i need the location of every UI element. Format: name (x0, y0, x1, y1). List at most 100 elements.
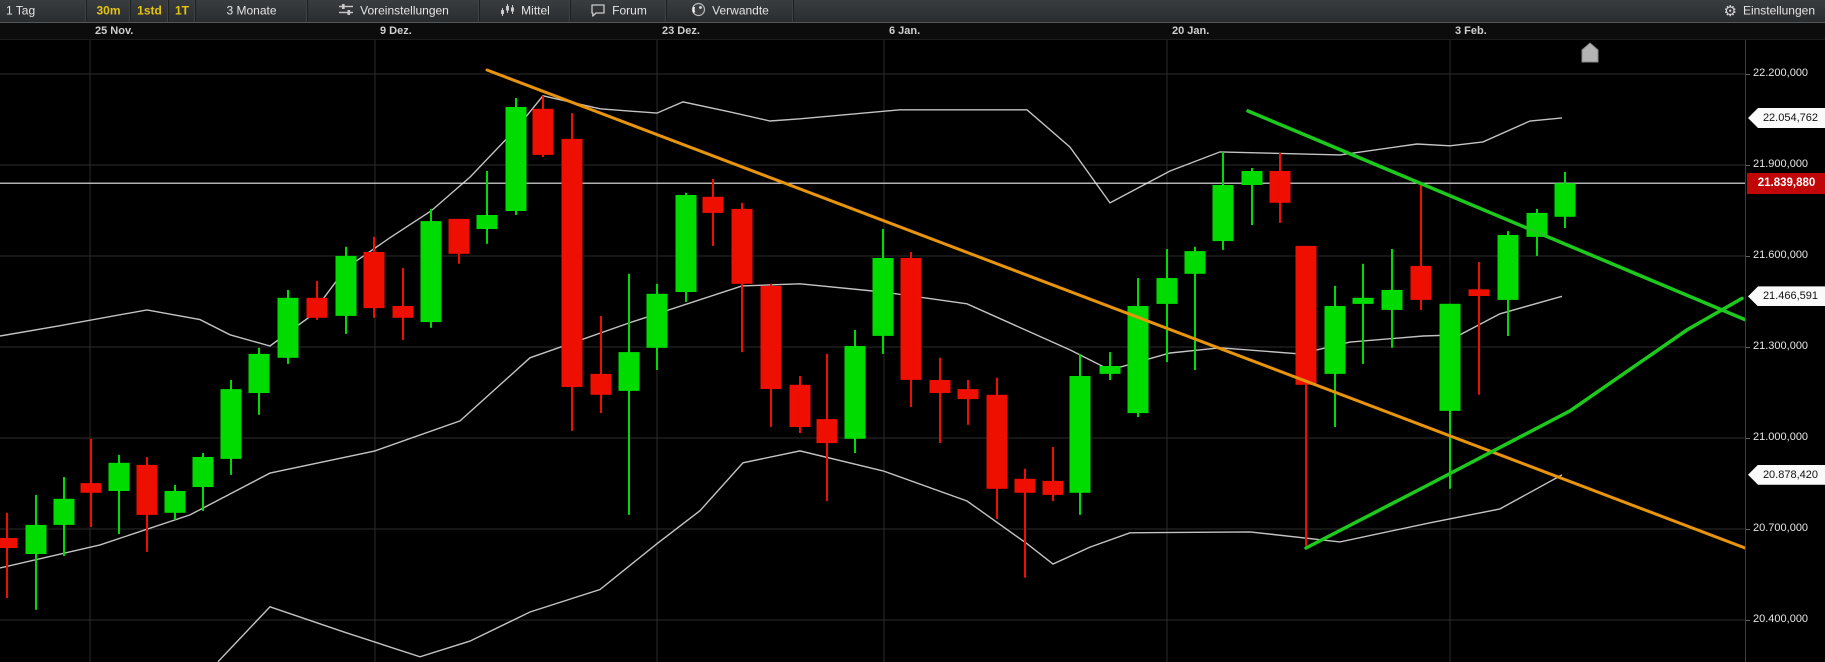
button-label: Mittel (521, 3, 550, 18)
button-label: Voreinstellungen (360, 3, 449, 18)
price-gridline-label: 21.600,000 (1753, 248, 1809, 261)
candle-body (646, 293, 668, 348)
candle-body (731, 208, 753, 284)
bollinger-lower-band (217, 450, 1563, 662)
range-3monate-button[interactable]: 3 Monate (196, 0, 308, 22)
date-axis-label: 23 Dez. (662, 25, 700, 37)
candle-body (1241, 171, 1263, 185)
candle-body (1439, 303, 1461, 411)
candle-body (1212, 185, 1234, 242)
candle-body (1156, 278, 1178, 304)
button-label: Verwandte (712, 3, 769, 18)
candle-body (1295, 245, 1317, 385)
button-label: Einstellungen (1742, 3, 1815, 18)
green-ascending-trendline[interactable] (1304, 296, 1744, 550)
timeframe-1tag-button[interactable]: 1 Tag (0, 0, 87, 22)
price-gridline-label: 22.200,000 (1753, 66, 1809, 79)
candle-body (53, 498, 75, 525)
candle-body (618, 352, 640, 391)
orange-descending-trendline[interactable] (485, 68, 1745, 550)
candle-body (220, 389, 242, 459)
candle-body (306, 297, 328, 318)
candle-body (1099, 366, 1121, 374)
candle-body (900, 258, 922, 380)
einstellungen-button[interactable]: ⚙ Einstellungen (1717, 0, 1825, 22)
candle-body (986, 394, 1008, 489)
price-axis[interactable]: 22.200,000 21.900,000 21.600,000 21.300,000… (1745, 40, 1825, 662)
gear-icon: ⚙ (1723, 2, 1737, 20)
axis-tick (1746, 256, 1750, 257)
band-value-tag: 21.466,591 (1748, 286, 1825, 307)
scroll-marker-icon[interactable] (1581, 42, 1599, 63)
button-label: 1std (137, 3, 162, 18)
candle-body (1497, 235, 1519, 300)
candle-body (392, 306, 414, 318)
candle-body (1127, 306, 1149, 414)
candle-body (1069, 376, 1091, 493)
candle-body (816, 419, 838, 444)
button-label: 3 Monate (226, 3, 277, 18)
candle-body (532, 108, 554, 155)
trading-chart-window: 1 Tag 30m 1std 1T 3 Monate Voreinstellun… (0, 0, 1825, 662)
candle-body (108, 462, 130, 491)
candle-body (1269, 171, 1291, 203)
button-label: 1 Tag (6, 3, 36, 18)
axis-tick (1746, 529, 1750, 530)
axis-tick (1746, 74, 1750, 75)
price-gridline-label: 21.900,000 (1753, 157, 1809, 170)
speech-bubble-icon (590, 3, 606, 20)
candle-body (277, 297, 299, 358)
candlestick-chart[interactable] (0, 40, 1745, 662)
candlestick-icon (500, 3, 515, 20)
date-axis-label: 6 Jan. (889, 25, 921, 37)
timeframe-1std-button[interactable]: 1std (131, 0, 169, 22)
voreinstellungen-button[interactable]: Voreinstellungen (308, 0, 480, 22)
candle-body (80, 483, 102, 493)
candle-body (872, 258, 894, 336)
candle-body (675, 195, 697, 292)
sliders-icon (338, 3, 354, 19)
candle-body (1410, 265, 1432, 300)
date-axis-label: 25 Nov. (95, 25, 134, 37)
price-gridline-label: 21.300,000 (1753, 339, 1809, 352)
candle-body (1014, 478, 1036, 493)
button-label: Forum (612, 3, 647, 18)
chart-toolbar: 1 Tag 30m 1std 1T 3 Monate Voreinstellun… (0, 0, 1825, 23)
axis-tick (1746, 620, 1750, 621)
candle-body (590, 373, 612, 395)
forum-button[interactable]: Forum (571, 0, 667, 22)
candle-body (1324, 306, 1346, 374)
candle-body (505, 107, 527, 211)
timeframe-1t-button[interactable]: 1T (169, 0, 196, 22)
candle-body (476, 215, 498, 229)
date-axis[interactable]: 25 Nov. 9 Dez. 23 Dez. 6 Jan. 20 Jan. 3 Feb. (0, 23, 1825, 40)
verwandte-button[interactable]: Verwandte (667, 0, 794, 22)
timeframe-30m-button[interactable]: 30m (87, 0, 131, 22)
date-axis-label: 9 Dez. (380, 25, 412, 37)
last-price-tag: 21.839,880 (1747, 172, 1825, 194)
candle-body (1381, 289, 1403, 310)
candle-body (789, 384, 811, 427)
candle-body (1184, 251, 1206, 274)
candle-body (844, 346, 866, 439)
axis-tick (1746, 347, 1750, 348)
price-gridline-label: 21.000,000 (1753, 430, 1809, 443)
candle-body (1554, 183, 1576, 217)
related-circle-icon (691, 2, 706, 20)
mittel-button[interactable]: Mittel (480, 0, 571, 22)
price-gridline-label: 20.700,000 (1753, 521, 1809, 534)
axis-tick (1746, 438, 1750, 439)
candle-body (164, 491, 186, 513)
candle-body (420, 221, 442, 323)
band-value-tag: 22.054,762 (1748, 108, 1825, 128)
band-value-tag: 20.878,420 (1748, 464, 1825, 485)
green-descending-trendline[interactable] (1246, 109, 1745, 322)
candle-body (760, 285, 782, 389)
candle-body (702, 196, 724, 213)
candle-body (0, 538, 18, 548)
candle-body (192, 457, 214, 487)
chart-plot-area[interactable] (0, 40, 1745, 662)
date-axis-label: 3 Feb. (1455, 25, 1487, 37)
button-label: 1T (175, 3, 190, 18)
